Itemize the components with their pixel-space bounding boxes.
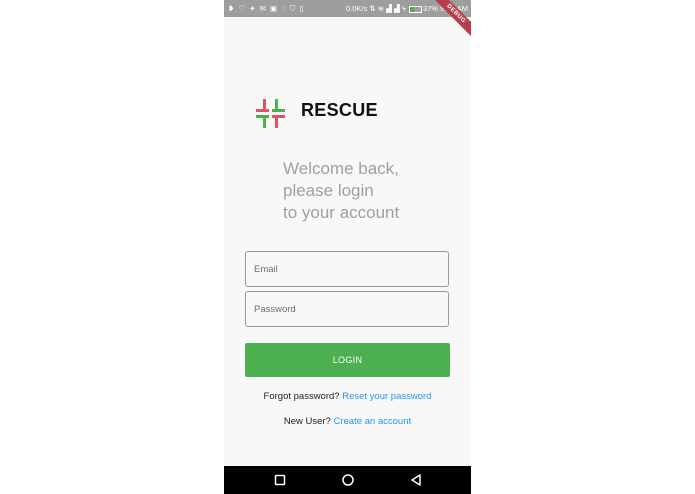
logo-green-horizontal-bottom <box>256 115 269 118</box>
phone-icon: ▯ <box>299 4 305 13</box>
create-account-link[interactable]: Create an account <box>334 416 412 427</box>
logo-red-horizontal <box>256 109 269 112</box>
new-user-row: New User? Create an account <box>224 416 471 427</box>
wifi-icon: ≋ <box>377 4 385 13</box>
logo-red-vertical-bottom <box>275 115 278 128</box>
forgot-password-row: Forgot password? Reset your password <box>224 391 471 402</box>
image-icon: ▣ <box>270 4 279 13</box>
signal-icon: ▟ <box>386 4 392 13</box>
network-speed: 0.0K/s <box>345 4 368 13</box>
reset-password-link[interactable]: Reset your password <box>342 391 431 402</box>
back-icon[interactable] <box>410 473 422 487</box>
welcome-message: Welcome back, please login to your accou… <box>283 158 453 224</box>
logo-green-vertical-bottom <box>263 115 266 128</box>
home-icon[interactable] <box>341 473 355 487</box>
login-button[interactable]: LOGIN <box>245 343 450 377</box>
circle-icon: ◌ <box>281 4 287 13</box>
email-field[interactable] <box>245 251 449 287</box>
app-icon: ❥ <box>228 4 236 13</box>
sync-icon: ⇅ <box>369 4 376 13</box>
welcome-line-3: to your account <box>283 203 400 222</box>
signal-icon: ▟ <box>394 4 400 13</box>
brand-name: RESCUE <box>301 100 378 120</box>
battery-icon <box>408 5 422 13</box>
recent-apps-icon[interactable] <box>274 473 286 487</box>
logo-green-horizontal <box>272 109 285 112</box>
battery-percent: 37% <box>422 4 438 13</box>
welcome-line-2: please login <box>283 181 374 200</box>
shield-icon: ♡ <box>238 4 247 13</box>
phone-screen: ❥ ♡ ✦ ✉ ▣ ◌ ⛉ ▯ 0.0K/s ⇅ ≋ ▟ ▟ ϟ 37% 9:3… <box>224 0 471 494</box>
twitter-icon: ✦ <box>249 4 257 13</box>
notification-icons: ❥ ♡ ✦ ✉ ▣ ◌ ⛉ ▯ <box>228 0 305 17</box>
logo-red-horizontal-bottom <box>272 115 285 118</box>
welcome-line-1: Welcome back, <box>283 159 399 178</box>
forgot-password-text: Forgot password? <box>263 391 340 402</box>
vpn-icon: ⛉ <box>289 4 297 13</box>
password-field[interactable] <box>245 291 449 327</box>
battery-fill <box>409 6 415 12</box>
charging-icon: ϟ <box>401 4 406 13</box>
rescue-logo-icon <box>256 99 285 128</box>
navigation-bar <box>224 466 471 494</box>
mail-icon: ✉ <box>259 4 267 13</box>
status-bar: ❥ ♡ ✦ ✉ ▣ ◌ ⛉ ▯ 0.0K/s ⇅ ≋ ▟ ▟ ϟ 37% 9:3… <box>224 0 471 17</box>
new-user-text: New User? <box>283 416 331 427</box>
